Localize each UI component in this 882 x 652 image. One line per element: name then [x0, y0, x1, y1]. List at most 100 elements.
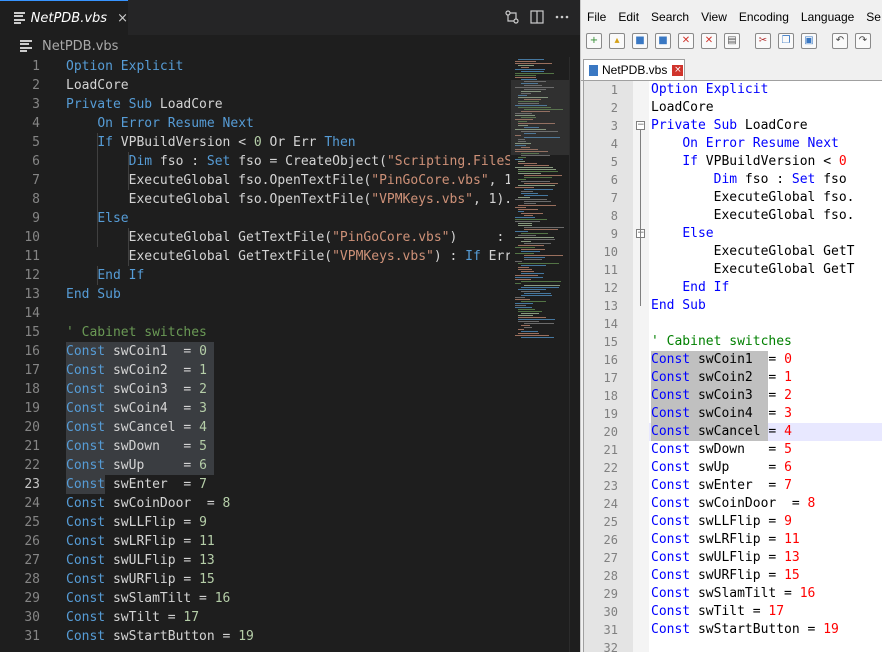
- code-line[interactable]: 3 Private Sub LoadCore: [584, 117, 882, 135]
- code-line[interactable]: 6 Dim fso : Set fso = CreateObject("Scri…: [0, 152, 510, 171]
- code-line[interactable]: 9 Else: [584, 225, 882, 243]
- menu-language[interactable]: Language: [795, 8, 860, 28]
- code-line[interactable]: 15 ' Cabinet switches: [0, 323, 510, 342]
- code-line[interactable]: 31 Const swStartButton = 19: [0, 627, 510, 646]
- code-line[interactable]: 28 Const swURFlip = 15: [0, 570, 510, 589]
- open-file-icon[interactable]: ▴: [609, 33, 625, 49]
- save-all-icon[interactable]: ■: [655, 33, 671, 49]
- code-line[interactable]: 10 ExecuteGlobal GetTextFile("PinGoCore.…: [0, 228, 510, 247]
- code-line[interactable]: 10 ExecuteGlobal GetT: [584, 243, 882, 261]
- breadcrumb-file[interactable]: NetPDB.vbs: [42, 39, 118, 54]
- print-icon[interactable]: ▤: [724, 33, 740, 49]
- code-line[interactable]: 24 Const swCoinDoor = 8: [584, 495, 882, 513]
- code-line[interactable]: 29 Const swSlamTilt = 16: [0, 589, 510, 608]
- menu-file[interactable]: File: [581, 8, 612, 28]
- code-line[interactable]: 2 LoadCore: [584, 99, 882, 117]
- split-editor-icon[interactable]: [529, 9, 545, 25]
- code-line[interactable]: 14: [0, 304, 510, 323]
- close-icon[interactable]: ✕: [678, 33, 694, 49]
- vscode-tab-netpdb[interactable]: NetPDB.vbs ×: [0, 0, 128, 35]
- paste-icon[interactable]: ▣: [801, 33, 817, 49]
- code-line[interactable]: 2 LoadCore: [0, 76, 510, 95]
- code-text: ExecuteGlobal fso.OpenTextFile("VPMKeys.…: [66, 190, 510, 209]
- code-line[interactable]: 23 Const swEnter = 7: [0, 475, 510, 494]
- code-line[interactable]: 3 Private Sub LoadCore: [0, 95, 510, 114]
- code-line[interactable]: 14: [584, 315, 882, 333]
- close-icon[interactable]: ×: [672, 64, 684, 76]
- line-number: 28: [24, 572, 40, 587]
- code-line[interactable]: 27 Const swULFlip = 13: [0, 551, 510, 570]
- code-line[interactable]: 18 Const swCoin3 = 2: [0, 380, 510, 399]
- code-line[interactable]: 17 Const swCoin2 = 1: [584, 369, 882, 387]
- close-all-icon[interactable]: ✕: [701, 33, 717, 49]
- code-line[interactable]: 20 Const swCancel = 4: [0, 418, 510, 437]
- code-line[interactable]: 8 ExecuteGlobal fso.: [584, 207, 882, 225]
- code-line[interactable]: 24 Const swCoinDoor = 8: [0, 494, 510, 513]
- npp-code-editor[interactable]: −−1Option Explicit2LoadCore3Private Sub …: [583, 81, 882, 652]
- code-line[interactable]: 6 Dim fso : Set fso: [584, 171, 882, 189]
- breadcrumb[interactable]: NetPDB.vbs: [0, 35, 580, 57]
- code-line[interactable]: 30 Const swTilt = 17: [584, 603, 882, 621]
- minimap-slider[interactable]: [511, 80, 569, 155]
- code-line[interactable]: 5 If VPBuildVersion < 0 Or Err Then: [0, 133, 510, 152]
- code-line[interactable]: 23 Const swEnter = 7: [584, 477, 882, 495]
- code-line[interactable]: 1 Option Explicit: [584, 81, 882, 99]
- copy-icon[interactable]: ❐: [778, 33, 794, 49]
- code-line[interactable]: 31 Const swStartButton = 19: [584, 621, 882, 639]
- code-line[interactable]: 22 Const swUp = 6: [0, 456, 510, 475]
- code-line[interactable]: 26 Const swLRFlip = 11: [0, 532, 510, 551]
- code-line[interactable]: 12 End If: [584, 279, 882, 297]
- code-line[interactable]: 25 Const swLLFlip = 9: [584, 513, 882, 531]
- compare-changes-icon[interactable]: [504, 9, 520, 25]
- menu-search[interactable]: Search: [645, 8, 695, 28]
- code-line[interactable]: 16 Const swCoin1 = 0: [0, 342, 510, 361]
- code-line[interactable]: 13 End Sub: [584, 297, 882, 315]
- undo-icon[interactable]: ↶: [832, 33, 848, 49]
- code-line[interactable]: 11 ExecuteGlobal GetTextFile("VPMKeys.vb…: [0, 247, 510, 266]
- code-line[interactable]: 21 Const swDown = 5: [0, 437, 510, 456]
- menu-view[interactable]: View: [695, 8, 733, 28]
- code-line[interactable]: 20 Const swCancel = 4: [584, 423, 882, 441]
- code-line[interactable]: 13 End Sub: [0, 285, 510, 304]
- code-line[interactable]: 18 Const swCoin3 = 2: [584, 387, 882, 405]
- code-text: LoadCore: [66, 76, 129, 95]
- code-line[interactable]: 17 Const swCoin2 = 1: [0, 361, 510, 380]
- code-line[interactable]: 30 Const swTilt = 17: [0, 608, 510, 627]
- code-line[interactable]: 21 Const swDown = 5: [584, 441, 882, 459]
- code-token: 11: [199, 534, 215, 549]
- code-line[interactable]: 7 ExecuteGlobal fso.: [584, 189, 882, 207]
- npp-tab-netpdb[interactable]: NetPDB.vbs ×: [583, 59, 685, 80]
- vscode-code-editor[interactable]: 1 Option Explicit 2 LoadCore 3 Private Sub Lo…: [0, 57, 510, 652]
- save-icon[interactable]: ■: [632, 33, 648, 49]
- vertical-scrollbar[interactable]: [569, 57, 580, 652]
- code-line[interactable]: 22 Const swUp = 6: [584, 459, 882, 477]
- code-line[interactable]: 27 Const swULFlip = 13: [584, 549, 882, 567]
- code-line[interactable]: 28 Const swURFlip = 15: [584, 567, 882, 585]
- redo-icon[interactable]: ↷: [855, 33, 871, 49]
- code-line[interactable]: 19 Const swCoin4 = 3: [584, 405, 882, 423]
- code-line[interactable]: 11 ExecuteGlobal GetT: [584, 261, 882, 279]
- new-file-icon[interactable]: +: [586, 33, 602, 49]
- code-line[interactable]: 4 On Error Resume Next: [0, 114, 510, 133]
- code-line[interactable]: 1 Option Explicit: [0, 57, 510, 76]
- code-line[interactable]: 19 Const swCoin4 = 3: [0, 399, 510, 418]
- code-line[interactable]: 25 Const swLLFlip = 9: [0, 513, 510, 532]
- code-line[interactable]: 5 If VPBuildVersion < 0: [584, 153, 882, 171]
- code-line[interactable]: 8 ExecuteGlobal fso.OpenTextFile("VPMKey…: [0, 190, 510, 209]
- code-line[interactable]: 12 End If: [0, 266, 510, 285]
- more-actions-icon[interactable]: [554, 9, 570, 25]
- code-line[interactable]: 15 ' Cabinet switches: [584, 333, 882, 351]
- code-line[interactable]: 7 ExecuteGlobal fso.OpenTextFile("PinGoC…: [0, 171, 510, 190]
- code-line[interactable]: 16 Const swCoin1 = 0: [584, 351, 882, 369]
- code-line[interactable]: 9 Else: [0, 209, 510, 228]
- code-line[interactable]: 4 On Error Resume Next: [584, 135, 882, 153]
- cut-icon[interactable]: ✂: [755, 33, 771, 49]
- code-line[interactable]: 29 Const swSlamTilt = 16: [584, 585, 882, 603]
- menu-edit[interactable]: Edit: [612, 8, 645, 28]
- code-line[interactable]: 26 Const swLRFlip = 11: [584, 531, 882, 549]
- menu-encoding[interactable]: Encoding: [733, 8, 795, 28]
- menu-se[interactable]: Se: [860, 8, 882, 28]
- code-line[interactable]: 32: [584, 639, 882, 652]
- close-icon[interactable]: ×: [117, 11, 128, 26]
